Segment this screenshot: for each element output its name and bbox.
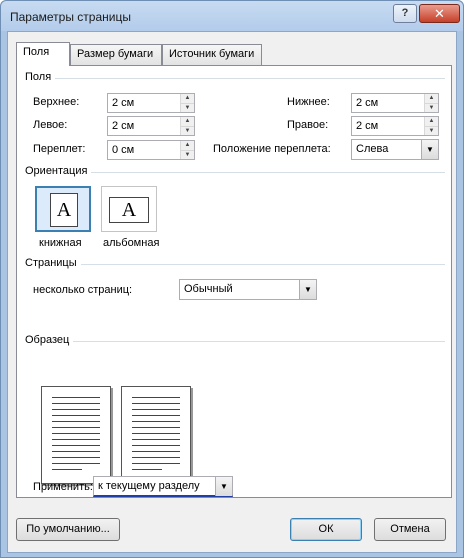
top-margin-label: Верхнее: bbox=[33, 96, 80, 108]
preview-section-title: Образец bbox=[25, 334, 74, 346]
gutter-value: 0 см bbox=[112, 144, 135, 156]
landscape-label: альбомная bbox=[103, 237, 160, 249]
left-margin-label: Левое: bbox=[33, 119, 68, 131]
preview-text-line bbox=[52, 451, 100, 452]
top-margin-spinner[interactable]: 2 см ▲ ▼ bbox=[107, 93, 195, 113]
close-button[interactable]: ✕ bbox=[419, 4, 460, 23]
preview-text-line bbox=[52, 457, 100, 458]
margins-divider bbox=[25, 78, 445, 79]
preview-text-line bbox=[52, 427, 100, 428]
multiple-pages-value: Обычный bbox=[184, 283, 233, 295]
preview-text-line bbox=[52, 397, 100, 398]
ok-button[interactable]: ОК bbox=[290, 518, 362, 541]
preview-text-line bbox=[52, 433, 100, 434]
spin-up-icon[interactable]: ▲ bbox=[180, 141, 194, 150]
gutter-position-value: Слева bbox=[356, 143, 389, 155]
preview-text-line bbox=[52, 421, 100, 422]
apply-to-select[interactable]: к текущему разделу ▼ bbox=[93, 476, 233, 497]
portrait-page-icon: A bbox=[50, 193, 78, 227]
tab-margins-label: Поля bbox=[23, 46, 50, 58]
tab-paper-size[interactable]: Размер бумаги bbox=[70, 44, 162, 65]
landscape-page-icon: A bbox=[109, 197, 149, 223]
title-bar[interactable]: Параметры страницы ? ✕ bbox=[1, 1, 463, 31]
preview-text-line bbox=[132, 433, 180, 434]
dialog-body: Поля Размер бумаги Источник бумаги Поля … bbox=[7, 31, 457, 553]
preview-page-right bbox=[121, 386, 191, 484]
apply-to-label: Применить: bbox=[33, 481, 93, 493]
orientation-section-title: Ориентация bbox=[25, 165, 92, 177]
tab-margins[interactable]: Поля bbox=[16, 42, 70, 66]
preview-text-line bbox=[52, 415, 100, 416]
multiple-pages-label: несколько страниц: bbox=[33, 284, 133, 296]
preview-text-line bbox=[132, 415, 180, 416]
bottom-margin-spinner[interactable]: 2 см ▲ ▼ bbox=[351, 93, 439, 113]
apply-to-value: к текущему разделу bbox=[98, 480, 200, 492]
spin-down-icon[interactable]: ▼ bbox=[424, 126, 438, 135]
set-as-default-button[interactable]: По умолчанию... bbox=[16, 518, 120, 541]
preview-text-line bbox=[132, 457, 180, 458]
chevron-down-icon[interactable]: ▼ bbox=[215, 477, 232, 496]
spin-down-icon[interactable]: ▼ bbox=[180, 150, 194, 159]
portrait-option[interactable]: A bbox=[35, 186, 91, 232]
margins-section-title: Поля bbox=[25, 71, 56, 83]
preview-text-line bbox=[132, 451, 180, 452]
spin-down-icon[interactable]: ▼ bbox=[424, 103, 438, 112]
preview-text-line bbox=[132, 397, 180, 398]
pages-section-title: Страницы bbox=[25, 257, 81, 269]
help-button[interactable]: ? bbox=[393, 4, 417, 23]
preview-text-line bbox=[132, 421, 180, 422]
preview-text-line bbox=[52, 445, 100, 446]
preview-text-line bbox=[132, 439, 180, 440]
right-margin-spinner[interactable]: 2 см ▲ ▼ bbox=[351, 116, 439, 136]
spin-up-icon[interactable]: ▲ bbox=[424, 94, 438, 103]
gutter-position-label: Положение переплета: bbox=[213, 143, 331, 155]
multiple-pages-select[interactable]: Обычный ▼ bbox=[179, 279, 317, 300]
preview-divider bbox=[25, 341, 445, 342]
tab-paper-source-label: Источник бумаги bbox=[169, 48, 255, 60]
page-setup-dialog: Параметры страницы ? ✕ Поля Размер бумаг… bbox=[0, 0, 464, 558]
preview-text-line bbox=[132, 469, 162, 470]
left-margin-value: 2 см bbox=[112, 120, 135, 132]
gutter-spinner[interactable]: 0 см ▲ ▼ bbox=[107, 140, 195, 160]
preview-text-line bbox=[132, 463, 180, 464]
right-margin-value: 2 см bbox=[356, 120, 379, 132]
gutter-label: Переплет: bbox=[33, 143, 86, 155]
bottom-margin-label: Нижнее: bbox=[287, 96, 330, 108]
pages-divider bbox=[25, 264, 445, 265]
top-margin-value: 2 см bbox=[112, 97, 135, 109]
spin-up-icon[interactable]: ▲ bbox=[180, 117, 194, 126]
chevron-down-icon[interactable]: ▼ bbox=[299, 280, 316, 299]
bottom-margin-value: 2 см bbox=[356, 97, 379, 109]
preview-text-line bbox=[132, 403, 180, 404]
preview-text-line bbox=[52, 439, 100, 440]
preview-text-line bbox=[52, 409, 100, 410]
gutter-position-select[interactable]: Слева ▼ bbox=[351, 139, 439, 160]
portrait-label: книжная bbox=[39, 237, 82, 249]
preview-text-line bbox=[132, 427, 180, 428]
dialog-title: Параметры страницы bbox=[10, 10, 131, 24]
preview-page-left bbox=[41, 386, 111, 484]
spin-up-icon[interactable]: ▲ bbox=[424, 117, 438, 126]
spin-down-icon[interactable]: ▼ bbox=[180, 126, 194, 135]
preview-text-line bbox=[52, 469, 82, 470]
chevron-down-icon[interactable]: ▼ bbox=[421, 140, 438, 159]
preview-text-line bbox=[132, 445, 180, 446]
spin-up-icon[interactable]: ▲ bbox=[180, 94, 194, 103]
landscape-option[interactable]: A bbox=[101, 186, 157, 232]
left-margin-spinner[interactable]: 2 см ▲ ▼ bbox=[107, 116, 195, 136]
tab-paper-size-label: Размер бумаги bbox=[77, 48, 154, 60]
spin-down-icon[interactable]: ▼ bbox=[180, 103, 194, 112]
margins-tab-panel: Поля Верхнее: 2 см ▲ ▼ Нижнее: 2 см ▲ ▼ … bbox=[16, 65, 452, 498]
tab-paper-source[interactable]: Источник бумаги bbox=[162, 44, 262, 65]
preview-text-line bbox=[52, 403, 100, 404]
preview-text-line bbox=[52, 463, 100, 464]
cancel-button[interactable]: Отмена bbox=[374, 518, 446, 541]
preview-text-line bbox=[132, 409, 180, 410]
right-margin-label: Правое: bbox=[287, 119, 329, 131]
